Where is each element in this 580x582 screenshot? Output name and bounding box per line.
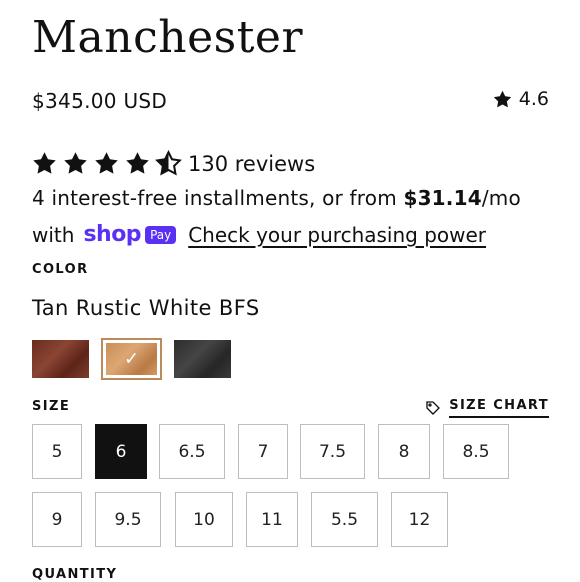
selected-color: Tan Rustic White BFS [32, 296, 260, 320]
star-icon [493, 90, 512, 107]
size-option-8[interactable]: 8 [378, 424, 430, 479]
tag-icon [426, 401, 441, 415]
size-option-10[interactable]: 10 [175, 492, 233, 547]
star-icon [126, 152, 149, 174]
size-option-12[interactable]: 12 [391, 492, 448, 547]
size-option-8-5[interactable]: 8.5 [443, 424, 509, 479]
installments-prefix: 4 interest-free installments, or from [32, 186, 404, 210]
size-option-6-5[interactable]: 6.5 [159, 424, 225, 479]
size-option-6[interactable]: 6 [95, 424, 147, 479]
size-option-5-5[interactable]: 5.5 [311, 492, 378, 547]
rating-value: 4.6 [518, 88, 549, 110]
with-text: with [32, 222, 75, 247]
star-icon [33, 152, 56, 174]
rating-summary: 4.6 [492, 88, 549, 110]
size-chart-label[interactable]: SIZE CHART [449, 398, 549, 418]
size-option-11[interactable]: 11 [246, 492, 298, 547]
swatch-tan-rustic-white[interactable]: ✓ [101, 338, 162, 380]
size-option-9-5[interactable]: 9.5 [95, 492, 161, 547]
shop-pay-badge: Pay [145, 225, 177, 244]
reviews-row[interactable]: 130 reviews [31, 150, 315, 177]
size-option-5[interactable]: 5 [32, 424, 82, 479]
product-price: $345.00 USD [32, 89, 168, 113]
size-option-9[interactable]: 9 [32, 492, 82, 547]
size-option-7-5[interactable]: 7.5 [300, 424, 365, 479]
swatch-dark-brown[interactable] [32, 340, 89, 378]
color-swatches: ✓ [32, 338, 231, 380]
color-label: COLOR [32, 262, 89, 277]
size-chart-link[interactable]: SIZE CHART [425, 398, 549, 418]
size-label: SIZE [32, 399, 71, 414]
purchasing-power-link[interactable]: Check your purchasing power [188, 223, 486, 247]
installment-amount: $31.14 [403, 186, 482, 210]
shop-pay-row: with shop Pay Check your purchasing powe… [32, 222, 486, 247]
installments-text: 4 interest-free installments, or from $3… [32, 186, 521, 210]
installments-suffix: /mo [481, 186, 521, 210]
star-half-icon [155, 150, 182, 176]
check-icon: ✓ [123, 348, 140, 370]
size-option-7[interactable]: 7 [238, 424, 288, 479]
star-icon [95, 152, 118, 174]
reviews-count[interactable]: 130 reviews [188, 152, 315, 176]
product-title: Manchester [32, 12, 303, 63]
shop-logo: shop [83, 222, 142, 247]
star-icon [64, 152, 87, 174]
swatch-black[interactable] [174, 340, 231, 378]
